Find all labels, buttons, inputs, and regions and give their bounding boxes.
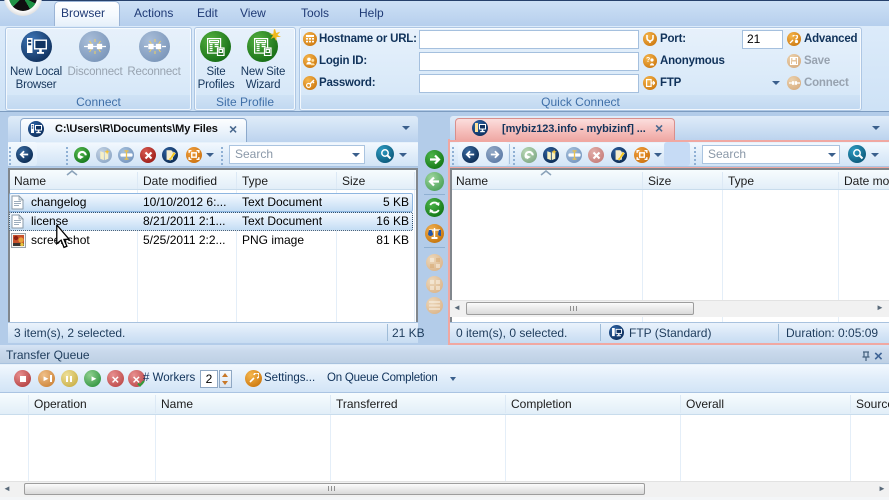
svg-text:?: ? [646, 57, 650, 64]
